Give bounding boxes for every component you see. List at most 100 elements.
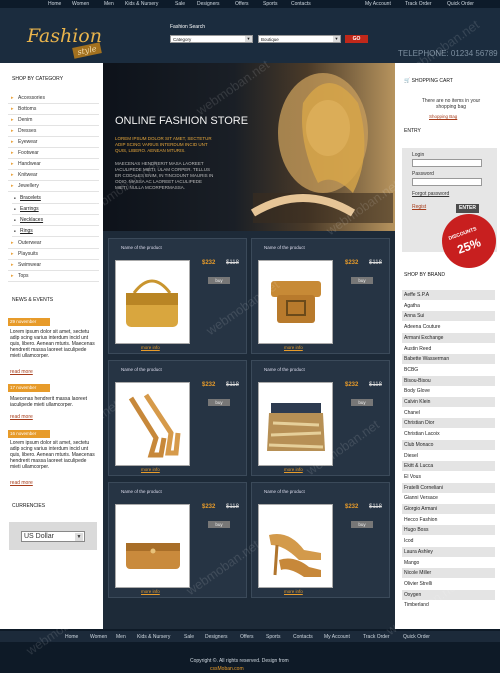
read-more-link[interactable]: read more (10, 480, 33, 486)
topnav-women[interactable]: Women (72, 1, 89, 7)
brand-item[interactable]: Babette Wasserman (402, 354, 495, 365)
category-select[interactable]: Category ▼ (170, 35, 253, 43)
more-info-link[interactable]: more info (284, 345, 303, 350)
category-item[interactable]: Handwear (8, 159, 99, 170)
category-item[interactable]: Dresses (8, 126, 99, 137)
footer-link[interactable]: Track Order (363, 634, 389, 640)
footer-link[interactable]: My Account (324, 634, 350, 640)
subcategory-item[interactable]: Bracelets (12, 193, 99, 204)
register-link[interactable]: Regist (412, 204, 426, 210)
product-image[interactable] (258, 504, 333, 588)
footer-link[interactable]: Quick Order (403, 634, 430, 640)
category-item[interactable]: Bottoms (8, 104, 99, 115)
product-name[interactable]: Name of the product (121, 367, 162, 372)
footer-link[interactable]: Kids & Nursery (137, 634, 170, 640)
more-info-link[interactable]: more info (141, 345, 160, 350)
category-item-active[interactable]: Jewellery (8, 181, 99, 192)
brand-item[interactable]: Aeffe S.P.A (402, 290, 495, 300)
product-name[interactable]: Name of the product (264, 245, 305, 250)
subcategory-item[interactable]: Necklaces (12, 215, 99, 226)
shopping-bag-link[interactable]: Shopping Bag (429, 114, 457, 119)
footer-link[interactable]: Designers (205, 634, 228, 640)
login-input[interactable] (412, 159, 482, 167)
buy-button[interactable]: buy (208, 277, 230, 284)
buy-button[interactable]: buy (208, 399, 230, 406)
read-more-link[interactable]: read more (10, 414, 33, 420)
category-item[interactable]: Outerwear (8, 238, 99, 249)
brand-item[interactable]: BCBG (402, 365, 495, 375)
brand-item[interactable]: Christian Lacoix (402, 429, 495, 439)
product-name[interactable]: Name of the product (121, 245, 162, 250)
footer-link[interactable]: Sale (184, 634, 194, 640)
category-item[interactable]: Tops (8, 271, 99, 282)
forgot-password-link[interactable]: Forgot password (412, 191, 449, 197)
brand-item[interactable]: Adeena Couture (402, 322, 495, 332)
brand-item[interactable]: Ekitt & Lucca (402, 461, 495, 472)
more-info-link[interactable]: more info (284, 467, 303, 472)
brand-item[interactable]: Mango (402, 558, 495, 568)
product-name[interactable]: Name of the product (264, 489, 305, 494)
footer-link[interactable]: Home (65, 634, 78, 640)
buy-button[interactable]: buy (351, 277, 373, 284)
brand-item[interactable]: Fratelli Corneliani (402, 482, 495, 493)
brand-item[interactable]: Armani Exchange (402, 332, 495, 343)
topnav-offers[interactable]: Offers (235, 1, 249, 7)
category-item[interactable]: Accessories (8, 93, 99, 104)
topnav-home[interactable]: Home (48, 1, 61, 7)
footer-link[interactable]: Sports (266, 634, 280, 640)
brand-item[interactable]: Agatha (402, 301, 495, 311)
discount-badge[interactable]: DISCOUNTS 25% (442, 214, 496, 268)
product-name[interactable]: Name of the product (121, 489, 162, 494)
topnav-sale[interactable]: Sale (175, 1, 185, 7)
buy-button[interactable]: buy (351, 399, 373, 406)
brand-item[interactable]: Body Glove (402, 386, 495, 396)
brand-item[interactable]: Anna Sui (402, 311, 495, 322)
category-item[interactable]: Swimwear (8, 260, 99, 271)
category-item[interactable]: Playsuits (8, 249, 99, 260)
subcategory-item[interactable]: Rings (12, 226, 99, 237)
designer-link[interactable]: cssMoban.com (210, 666, 244, 672)
product-image[interactable] (258, 260, 333, 344)
product-image[interactable] (115, 504, 190, 588)
brand-item[interactable]: Giorgio Armani (402, 504, 495, 514)
topnav-designers[interactable]: Designers (197, 1, 220, 7)
brand-item[interactable]: Hecco Fashion (402, 515, 495, 525)
footer-link[interactable]: Contacts (293, 634, 313, 640)
brand-item[interactable]: Diesel (402, 451, 495, 461)
footer-link[interactable]: Women (90, 634, 107, 640)
product-name[interactable]: Name of the product (264, 367, 305, 372)
read-more-link[interactable]: read more (10, 369, 33, 375)
brand-item[interactable]: Club Monaco (402, 439, 495, 450)
footer-link[interactable]: Men (116, 634, 126, 640)
topnav-contacts[interactable]: Contacts (291, 1, 311, 7)
buy-button[interactable]: buy (351, 521, 373, 528)
topnav-men[interactable]: Men (104, 1, 114, 7)
footer-link[interactable]: Offers (240, 634, 254, 640)
brand-item[interactable]: Christian Dior (402, 418, 495, 429)
boutique-select[interactable]: Boutique ▼ (258, 35, 341, 43)
brand-item[interactable]: Chanel (402, 408, 495, 418)
brand-item[interactable]: Icod (402, 536, 495, 546)
password-input[interactable] (412, 178, 482, 186)
brand-item[interactable]: Austin Reed (402, 344, 495, 354)
product-image[interactable] (115, 382, 190, 466)
category-item[interactable]: Footwear (8, 148, 99, 159)
currency-select[interactable]: US Dollar ▼ (21, 531, 85, 542)
category-item[interactable]: Eyewear (8, 137, 99, 148)
more-info-link[interactable]: more info (284, 589, 303, 594)
brand-item[interactable]: Gianni Versace (402, 493, 495, 503)
category-item[interactable]: Knitwear (8, 170, 99, 181)
brand-item[interactable]: Laura Ashley (402, 546, 495, 557)
brand-item[interactable]: Hugo Boss (402, 525, 495, 536)
topnav-kids[interactable]: Kids & Nursery (125, 1, 158, 7)
buy-button[interactable]: buy (208, 521, 230, 528)
brand-item[interactable]: El Vous (402, 472, 495, 482)
category-item[interactable]: Denim (8, 115, 99, 126)
more-info-link[interactable]: more info (141, 589, 160, 594)
topnav-sports[interactable]: Sports (263, 1, 277, 7)
search-go-button[interactable]: GO (345, 35, 368, 43)
enter-button[interactable]: ENTER (456, 204, 479, 213)
topnav-my-account[interactable]: My Account (365, 1, 391, 7)
brand-item[interactable]: Nicole Miller (402, 568, 495, 579)
brand-item[interactable]: Calvin Klein (402, 397, 495, 407)
